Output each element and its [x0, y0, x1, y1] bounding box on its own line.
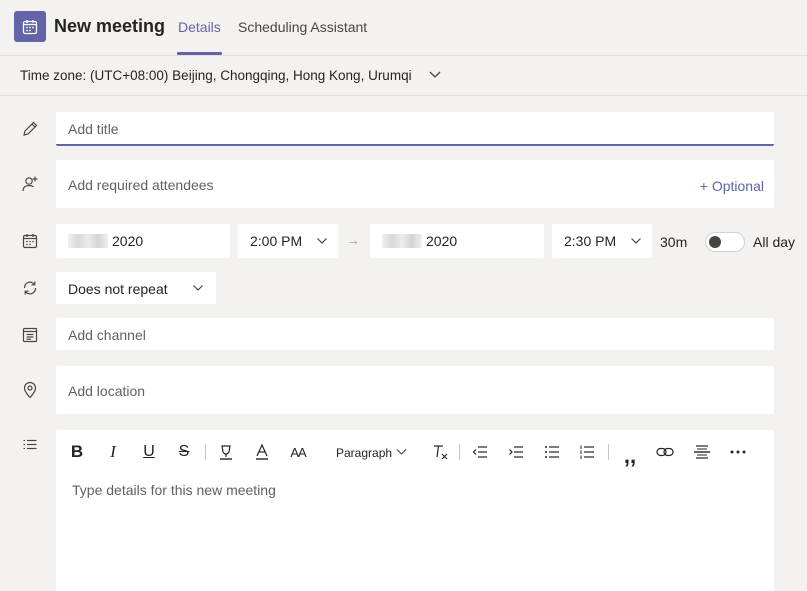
end-date-year: 2020	[426, 233, 458, 249]
attendees-input[interactable]: Add required attendees + Optional	[56, 160, 774, 208]
timezone-bar: Time zone: (UTC+08:00) Beijing, Chongqin…	[0, 56, 807, 96]
italic-icon[interactable]: I	[104, 440, 122, 464]
attendees-placeholder: Add required attendees	[68, 177, 214, 193]
calendar-icon	[14, 11, 46, 42]
add-person-icon	[22, 176, 38, 192]
horizontal-rule-icon[interactable]	[692, 440, 712, 464]
font-color-icon[interactable]	[253, 440, 271, 464]
bulleted-list-icon[interactable]	[542, 440, 562, 464]
start-date-year: 2020	[112, 233, 144, 249]
duration-label: 30m	[660, 234, 688, 250]
link-icon[interactable]	[655, 440, 675, 464]
toolbar-divider	[205, 444, 206, 460]
tab-details[interactable]: Details	[178, 19, 221, 35]
quote-icon[interactable]: ,,	[620, 440, 640, 468]
end-time-picker[interactable]: 2:30 PM	[552, 224, 652, 258]
chevron-down-icon[interactable]	[396, 448, 407, 456]
clear-formatting-icon[interactable]	[430, 440, 450, 464]
end-time-value: 2:30 PM	[564, 233, 617, 249]
repeat-icon	[23, 281, 37, 295]
font-size-icon[interactable]: AA	[288, 440, 308, 464]
chevron-down-icon	[193, 285, 203, 291]
start-time-value: 2:00 PM	[250, 233, 303, 249]
toggle-knob	[709, 236, 721, 248]
underline-icon[interactable]: U	[140, 440, 158, 464]
calendar-icon	[22, 234, 38, 249]
location-input[interactable]: Add location	[56, 366, 774, 414]
channel-input[interactable]: Add channel	[56, 318, 774, 350]
chevron-down-icon[interactable]	[428, 70, 442, 80]
title-input[interactable]: Add title	[56, 112, 774, 146]
pencil-icon	[23, 121, 38, 136]
channel-placeholder: Add channel	[68, 327, 146, 343]
arrow-right-icon: →	[346, 232, 360, 248]
highlight-icon[interactable]	[216, 440, 236, 464]
all-day-toggle[interactable]	[705, 232, 745, 252]
header: New meeting Details Scheduling Assistant	[0, 0, 807, 56]
toolbar-divider	[459, 444, 460, 460]
location-pin-icon	[23, 381, 37, 399]
details-editor[interactable]: B I U S AA Paragraph ,, Type details for…	[56, 430, 774, 591]
bold-icon[interactable]: B	[68, 440, 86, 464]
all-day-label: All day	[753, 234, 796, 250]
location-placeholder: Add location	[68, 383, 146, 399]
channel-icon	[22, 327, 38, 343]
toolbar-divider	[608, 444, 609, 460]
optional-attendees-link[interactable]: + Optional	[700, 178, 764, 194]
details-placeholder: Type details for this new meeting	[72, 482, 276, 498]
strikethrough-icon[interactable]: S	[175, 440, 193, 464]
redacted-date	[382, 234, 422, 248]
decrease-indent-icon[interactable]	[470, 440, 490, 464]
start-time-picker[interactable]: 2:00 PM	[238, 224, 338, 258]
page-title: New meeting	[54, 16, 166, 36]
details-list-icon	[23, 439, 37, 450]
tab-scheduling-assistant[interactable]: Scheduling Assistant	[238, 19, 367, 35]
chevron-down-icon	[631, 238, 641, 244]
more-options-icon[interactable]	[728, 440, 748, 464]
timezone-selector[interactable]: Time zone: (UTC+08:00) Beijing, Chongqin…	[20, 68, 412, 83]
repeat-value: Does not repeat	[68, 281, 168, 297]
chevron-down-icon	[317, 238, 327, 244]
numbered-list-icon[interactable]	[577, 440, 597, 464]
start-date-picker[interactable]: 2020	[56, 224, 230, 258]
paragraph-style-dropdown[interactable]: Paragraph	[336, 446, 392, 460]
repeat-dropdown[interactable]: Does not repeat	[56, 272, 216, 304]
active-tab-indicator	[177, 52, 222, 55]
redacted-date	[68, 234, 108, 248]
increase-indent-icon[interactable]	[506, 440, 526, 464]
end-date-picker[interactable]: 2020	[370, 224, 544, 258]
title-placeholder: Add title	[68, 121, 119, 137]
